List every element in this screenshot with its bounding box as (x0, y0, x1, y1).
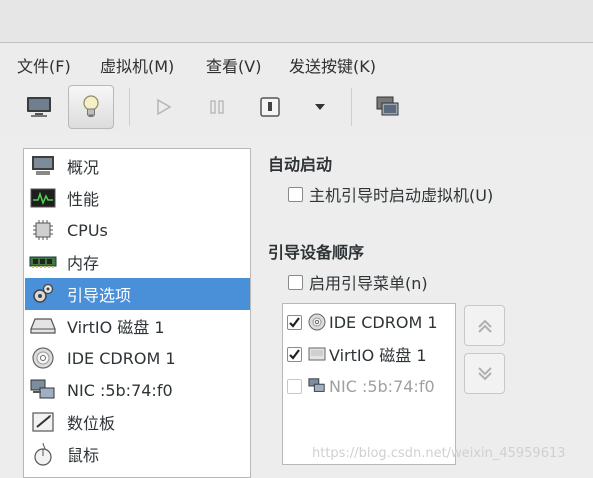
cpu-icon (29, 218, 57, 242)
sidebar-item-label: 内存 (67, 254, 100, 273)
sidebar-item-label: CPUs (67, 220, 108, 240)
toolbar-separator (351, 88, 352, 126)
boot-device-checkbox[interactable] (287, 346, 302, 362)
autostart-title: 自动启动 (268, 155, 333, 174)
sidebar-item-label: NIC :5b:74:f0 (67, 380, 173, 400)
monitor-icon (27, 97, 51, 117)
sidebar-item-label: 概况 (67, 158, 100, 177)
menu-virtual-machine[interactable]: 虚拟机(M) (100, 53, 174, 77)
checkmark-icon (289, 348, 300, 360)
autostart-row[interactable]: 主机引导时启动虚拟机(U) (288, 182, 493, 206)
boot-device-list: IDE CDROM 1 VirtIO 磁盘 1 NIC :5b:74:f0 (282, 303, 456, 465)
shutdown-menu-button[interactable] (297, 85, 343, 129)
sidebar-item-nic[interactable]: NIC :5b:74:f0 (25, 374, 250, 406)
sidebar-item-label: 性能 (67, 190, 100, 209)
sidebar-item-label: 鼠标 (67, 446, 100, 465)
toolbar (0, 82, 593, 134)
boot-device-checkbox[interactable] (287, 378, 302, 394)
toolbar-separator (129, 88, 130, 126)
hardware-list: 概况 性能 CPUs 内存 引导选项 VirtIO 磁盘 1 IDE CDROM… (23, 148, 251, 478)
boot-device-row[interactable]: IDE CDROM 1 (287, 307, 455, 337)
checkmark-icon (289, 316, 300, 328)
network-icon (29, 378, 57, 402)
boot-menu-checkbox[interactable] (288, 274, 303, 290)
cdrom-icon (308, 313, 326, 331)
boot-options-icon (29, 282, 57, 306)
tablet-icon (29, 410, 57, 434)
boot-menu-row[interactable]: 启用引导菜单(n) (288, 270, 428, 294)
autostart-checkbox-label: 主机引导时启动虚拟机(U) (309, 186, 494, 205)
run-button[interactable] (140, 85, 186, 129)
sidebar-item-label: IDE CDROM 1 (67, 348, 176, 368)
boot-device-row[interactable]: VirtIO 磁盘 1 (287, 339, 455, 369)
pause-button[interactable] (194, 85, 240, 129)
sidebar-item-overview[interactable]: 概况 (25, 150, 250, 182)
snapshot-button[interactable] (364, 85, 410, 129)
menubar: 文件(F) 虚拟机(M) 查看(V) 发送按键(K) (0, 43, 593, 81)
cdrom-icon (29, 346, 57, 370)
boot-device-checkbox[interactable] (287, 314, 302, 330)
move-up-button[interactable] (464, 305, 505, 346)
shutdown-button[interactable] (247, 85, 293, 129)
mouse-icon (29, 442, 57, 466)
window-titlebar (0, 0, 593, 43)
watermark-text: https://blog.csdn.net/weixin_45959613 (312, 446, 566, 461)
arrow-up-icon (477, 319, 492, 333)
sidebar-item-virtio-disk[interactable]: VirtIO 磁盘 1 (25, 310, 250, 342)
sidebar-item-tablet[interactable]: 数位板 (25, 406, 250, 438)
lightbulb-icon (83, 95, 99, 117)
sidebar-item-ide-cdrom[interactable]: IDE CDROM 1 (25, 342, 250, 374)
play-icon (157, 98, 172, 116)
menu-view[interactable]: 查看(V) (206, 53, 261, 77)
sidebar-item-mouse[interactable]: 鼠标 (25, 438, 250, 470)
sidebar-item-label: 数位板 (67, 414, 116, 433)
details-button[interactable] (68, 85, 114, 129)
sidebar-item-memory[interactable]: 内存 (25, 246, 250, 278)
disk-icon (308, 345, 326, 363)
dropdown-arrow-icon (315, 104, 325, 110)
menu-file[interactable]: 文件(F) (17, 53, 71, 77)
boot-device-row[interactable]: NIC :5b:74:f0 (287, 371, 455, 401)
sidebar-item-label: VirtIO 磁盘 1 (67, 318, 165, 337)
autostart-checkbox[interactable] (288, 186, 303, 202)
network-icon (308, 377, 326, 395)
sidebar-item-cpus[interactable]: CPUs (25, 214, 250, 246)
computer-icon (29, 154, 57, 178)
power-icon (260, 97, 280, 117)
boot-device-label: IDE CDROM 1 (329, 312, 438, 332)
menu-send-key[interactable]: 发送按键(K) (289, 53, 376, 77)
move-down-button[interactable] (464, 353, 505, 394)
arrow-down-icon (477, 366, 492, 380)
memory-icon (29, 250, 57, 274)
boot-device-label: NIC :5b:74:f0 (329, 376, 435, 396)
sidebar-item-boot-options[interactable]: 引导选项 (25, 278, 250, 310)
performance-icon (29, 186, 57, 210)
console-button[interactable] (16, 85, 62, 129)
sidebar-item-label: 引导选项 (67, 286, 132, 305)
boot-menu-checkbox-label: 启用引导菜单(n) (309, 274, 428, 293)
sidebar-item-performance[interactable]: 性能 (25, 182, 250, 214)
disk-icon (29, 314, 57, 338)
boot-order-title: 引导设备顺序 (268, 243, 365, 262)
boot-device-label: VirtIO 磁盘 1 (329, 346, 427, 365)
snapshot-icon (376, 96, 399, 116)
pause-icon (210, 100, 224, 114)
